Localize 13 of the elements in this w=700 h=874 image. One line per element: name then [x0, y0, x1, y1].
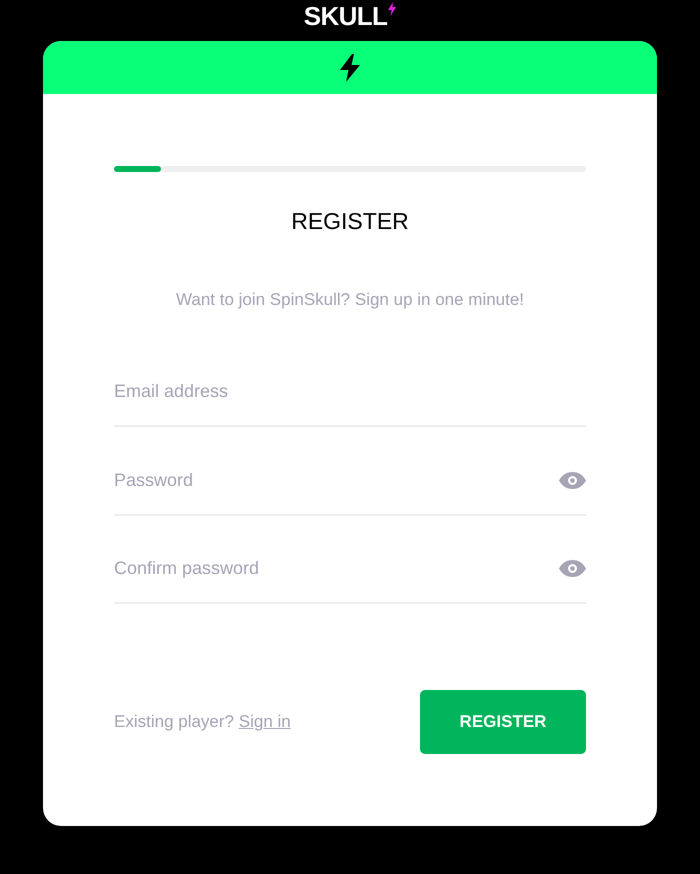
eye-icon[interactable] — [559, 472, 586, 488]
register-title: REGISTER — [291, 207, 409, 236]
eye-icon[interactable] — [559, 560, 586, 576]
confirm-password-input[interactable]: Confirm password — [114, 546, 559, 590]
subtitle-text: Want to join SpinSkull? Sign up in one minute! — [176, 289, 524, 311]
lightning-icon — [340, 54, 360, 82]
password-input[interactable]: Password — [114, 458, 559, 502]
sign-in-link[interactable]: Sign in — [238, 712, 291, 732]
logo-text: SKULL — [304, 1, 388, 31]
email-input[interactable]: Email address — [114, 369, 586, 413]
register-button[interactable]: REGISTER — [420, 690, 586, 754]
existing-player-prompt: Existing player? Sign in — [114, 711, 291, 734]
bolt-icon — [388, 2, 396, 16]
